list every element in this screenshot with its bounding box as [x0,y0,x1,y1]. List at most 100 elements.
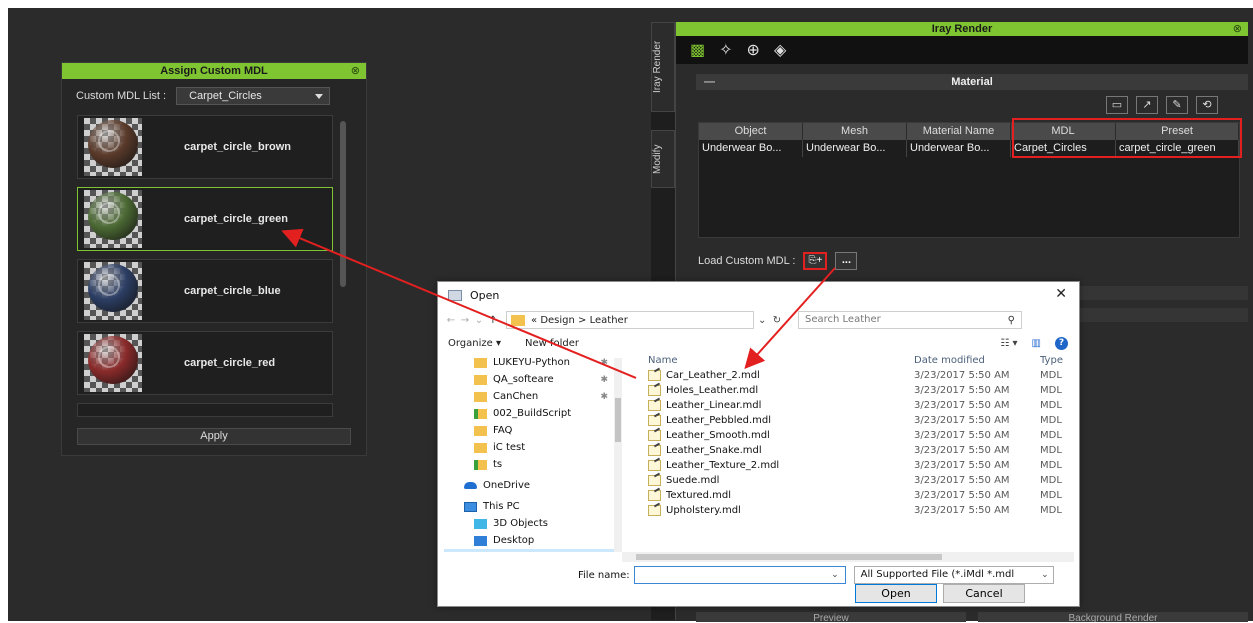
file-row[interactable]: Leather_Linear.mdl 3/23/2017 5:50 AM MDL [646,398,1078,413]
horizontal-scrollbar[interactable] [622,552,1074,562]
file-row[interactable]: Leather_Pebbled.mdl 3/23/2017 5:50 AM MDL [646,413,1078,428]
nav-item[interactable]: OneDrive [444,477,622,494]
file-row[interactable]: Suede.mdl 3/23/2017 5:50 AM MDL [646,473,1078,488]
material-item-red[interactable]: carpet_circle_red [77,331,333,395]
paint-icon[interactable]: ✎ [1166,96,1188,114]
dialog-titlebar[interactable]: Open [448,289,499,302]
file-name-input[interactable]: ⌄ [633,566,846,584]
file-row[interactable]: Textured.mdl 3/23/2017 5:50 AM MDL [646,488,1078,503]
material-item-blue[interactable]: carpet_circle_blue [77,259,333,323]
material-swatch [84,262,142,320]
nav-item[interactable]: 3D Objects [444,515,622,532]
back-arrow-icon[interactable]: ← [444,315,458,326]
material-item-partial[interactable] [77,403,333,417]
material-item-brown[interactable]: carpet_circle_brown [77,115,333,179]
breadcrumb-overflow[interactable]: « [531,315,537,326]
recent-chevron-icon[interactable]: ⌄ [472,315,486,326]
pick-icon[interactable]: ↗ [1136,96,1158,114]
save-icon[interactable]: ▭ [1106,96,1128,114]
file-row[interactable]: Upholstery.mdl 3/23/2017 5:50 AM MDL [646,503,1078,518]
load-custom-mdl-row: Load Custom MDL : ⎘+ ... [698,252,858,270]
assign-panel-titlebar[interactable]: Assign Custom MDL ⊗ [62,63,366,79]
forward-arrow-icon[interactable]: → [458,315,472,326]
open-button[interactable]: Open [855,584,937,603]
close-icon[interactable]: ⊗ [1233,22,1242,36]
new-folder-button[interactable]: New folder [525,338,579,349]
nav-item[interactable]: iC test [444,439,622,456]
preview-pane-icon[interactable]: ▥ [1032,338,1041,349]
checker-icon[interactable]: ▩ [690,40,705,60]
folder-sync-icon [474,459,487,470]
material-item-green[interactable]: carpet_circle_green [77,187,333,251]
file-date: 3/23/2017 5:50 AM [914,400,1010,411]
file-type: MDL [1040,400,1062,411]
breadcrumb-design[interactable]: Design [540,315,575,326]
file-row[interactable]: Holes_Leather.mdl 3/23/2017 5:50 AM MDL [646,383,1078,398]
file-name-cell: Leather_Texture_2.mdl [646,460,914,471]
load-custom-mdl-label: Load Custom MDL : [698,255,796,267]
mdl-file-icon [648,475,661,486]
column-date-modified[interactable]: Date modified [914,355,1040,366]
file-row[interactable]: Leather_Snake.mdl 3/23/2017 5:50 AM MDL [646,443,1078,458]
scrollbar-thumb[interactable] [636,554,942,560]
nav-item[interactable]: Documents [444,549,622,552]
search-input[interactable]: Search Leather ⚲ [798,311,1022,329]
tab-iray-render[interactable]: Iray Render [651,22,675,112]
assign-panel-title: Assign Custom MDL [160,65,268,77]
file-row[interactable]: Car_Leather_2.mdl 3/23/2017 5:50 AM MDL [646,368,1078,383]
nav-item[interactable]: CanChen ✱ [444,388,622,405]
file-type: MDL [1040,430,1062,441]
scrollbar-thumb[interactable] [615,398,621,442]
tab-modify[interactable]: Modify [651,130,675,188]
organize-button[interactable]: Organize ▾ [448,338,501,349]
pin-icon[interactable]: ✱ [600,375,608,385]
mdl-list-label: Custom MDL List : [76,90,167,102]
iray-titlebar[interactable]: Iray Render ⊗ [676,22,1248,36]
nav-item[interactable]: QA_softeare ✱ [444,371,622,388]
up-arrow-icon[interactable]: ↑ [486,315,500,326]
close-icon[interactable]: ✕ [1055,286,1067,302]
pin-icon[interactable]: ✱ [600,358,608,368]
nav-item-label: This PC [483,501,520,512]
column-name[interactable]: Name [646,355,914,366]
apply-button[interactable]: Apply [77,428,351,445]
file-type-filter[interactable]: All Supported File (*.iMdl *.mdl ⌄ [853,566,1054,584]
pin-icon[interactable]: ✱ [600,392,608,402]
folder-icon [474,374,487,385]
nav-item[interactable]: LUKEYU-Python ✱ [444,354,622,371]
folder-icon [474,357,487,368]
collapse-icon[interactable]: — [704,74,715,90]
cancel-button[interactable]: Cancel [943,584,1025,603]
nav-item[interactable]: Desktop [444,532,622,549]
nav-item[interactable]: ts [444,456,622,473]
cube-icon[interactable]: ◈ [774,40,786,60]
nav-item[interactable]: This PC [444,498,622,515]
column-header[interactable]: Object [699,123,803,140]
nav-item[interactable]: 002_BuildScript [444,405,622,422]
file-row[interactable]: Leather_Smooth.mdl 3/23/2017 5:50 AM MDL [646,428,1078,443]
material-toolbar: ▭ ↗ ✎ ⟲ [1106,96,1218,114]
column-header[interactable]: Material Name [907,123,1011,140]
view-options-icon[interactable]: ☷ ▾ [1000,338,1017,349]
refresh-icon[interactable]: ⌄ ↻ [758,315,792,326]
mdl-list-dropdown[interactable]: Carpet_Circles [176,87,331,105]
column-header[interactable]: Mesh [803,123,907,140]
navigation-scrollbar[interactable] [614,358,622,552]
breadcrumb-leather[interactable]: Leather [590,315,628,326]
light-icon[interactable]: ✧ [719,40,732,60]
address-bar[interactable]: « Design > Leather [506,311,754,329]
globe-icon[interactable]: ⊕ [747,40,760,60]
material-section-header[interactable]: — Material [696,74,1248,90]
background-render-button[interactable]: Background Render [978,612,1248,622]
help-icon[interactable]: ? [1055,336,1068,350]
preview-button[interactable]: Preview [696,612,966,622]
chevron-down-icon[interactable]: ⌄ [831,570,839,580]
nav-item[interactable]: FAQ [444,422,622,439]
file-row[interactable]: Leather_Texture_2.mdl 3/23/2017 5:50 AM MD… [646,458,1078,473]
more-button[interactable]: ... [835,252,858,270]
load-mdl-icon[interactable]: ⎘+ [803,252,828,270]
reset-icon[interactable]: ⟲ [1196,96,1218,114]
material-list-scrollbar[interactable] [340,121,346,287]
column-type[interactable]: Type [1040,355,1078,366]
close-icon[interactable]: ⊗ [351,63,360,79]
